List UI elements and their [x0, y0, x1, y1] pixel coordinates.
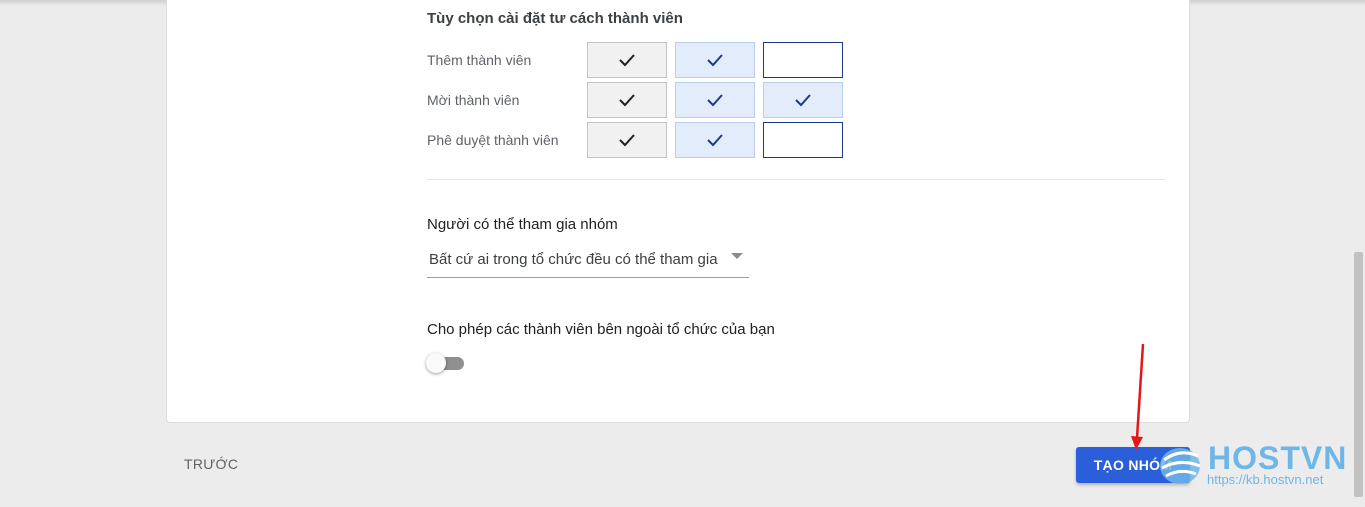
toggle-knob	[426, 353, 446, 373]
dropdown-caret-icon	[731, 253, 743, 259]
add-members-manager-checkbox[interactable]	[675, 42, 755, 78]
allow-external-toggle[interactable]	[426, 352, 466, 374]
who-can-join-select[interactable]: Bất cứ ai trong tổ chức đều có thể tham …	[427, 247, 749, 278]
approve-members-manager-checkbox[interactable]	[675, 122, 755, 158]
check-icon	[707, 134, 723, 147]
settings-card: Tùy chọn cài đặt tư cách thành viên Thêm…	[166, 0, 1190, 423]
approve-members-member-checkbox[interactable]	[763, 122, 843, 158]
approve-members-owner-checkbox[interactable]	[587, 122, 667, 158]
membership-settings-title: Tùy chọn cài đặt tư cách thành viên	[427, 10, 683, 27]
check-icon	[707, 54, 723, 67]
who-can-join-value: Bất cứ ai trong tổ chức đều có thể tham …	[429, 251, 718, 268]
add-members-owner-checkbox[interactable]	[587, 42, 667, 78]
previous-button[interactable]: TRƯỚC	[184, 456, 238, 472]
check-icon	[707, 94, 723, 107]
check-icon	[619, 54, 635, 67]
check-icon	[795, 94, 811, 107]
allow-external-title: Cho phép các thành viên bên ngoài tổ chứ…	[427, 321, 775, 338]
row-label-approve-members: Phê duyệt thành viên	[427, 132, 559, 148]
hostvn-watermark: HOSTVN https://kb.hostvn.net	[1150, 436, 1350, 491]
watermark-url: https://kb.hostvn.net	[1207, 472, 1324, 487]
add-members-member-checkbox[interactable]	[763, 42, 843, 78]
scrollbar-thumb[interactable]	[1354, 252, 1363, 497]
check-icon	[619, 94, 635, 107]
invite-members-owner-checkbox[interactable]	[587, 82, 667, 118]
check-icon	[619, 134, 635, 147]
invite-members-member-checkbox[interactable]	[763, 82, 843, 118]
row-label-invite-members: Mời thành viên	[427, 92, 520, 108]
hostvn-logo-icon	[1160, 448, 1201, 484]
who-can-join-title: Người có thể tham gia nhóm	[427, 216, 618, 233]
row-label-add-members: Thêm thành viên	[427, 52, 532, 68]
section-divider	[427, 179, 1165, 180]
red-arrow-annotation	[1131, 343, 1145, 450]
invite-members-manager-checkbox[interactable]	[675, 82, 755, 118]
